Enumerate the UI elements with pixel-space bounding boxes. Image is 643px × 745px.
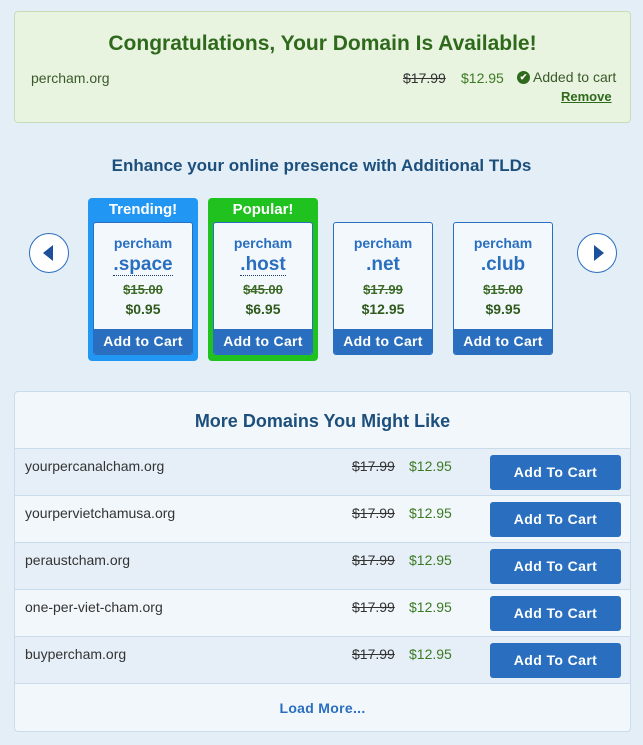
availability-banner: Congratulations, Your Domain Is Availabl… [14, 11, 631, 123]
row-original-price: $17.99 [352, 505, 395, 521]
popular-flag: Popular! [232, 201, 294, 218]
availability-title: Congratulations, Your Domain Is Availabl… [108, 32, 537, 55]
tld-extension: .net [366, 254, 400, 275]
carousel-next-button[interactable] [577, 233, 617, 273]
domain-row: buypercham.org $17.99 $12.95 Add To Cart [15, 636, 630, 683]
tld-card-space: percham .space $15.00 $0.95 Add to Cart [93, 222, 193, 355]
row-domain: peraustcham.org [25, 552, 131, 568]
tld-name: percham [113, 235, 173, 251]
tld-name: percham [473, 235, 533, 251]
tld-name: percham [233, 235, 293, 251]
row-domain: buypercham.org [25, 646, 127, 662]
available-domain: percham.org [31, 70, 110, 86]
tld-name: percham [353, 235, 413, 251]
tld-original-price: $15.00 [123, 282, 163, 297]
load-more-link[interactable]: Load More... [15, 700, 630, 716]
added-status-label: Added to cart [533, 69, 617, 85]
chevron-right-icon [593, 245, 604, 261]
row-add-to-cart-button[interactable]: Add To Cart [490, 502, 621, 537]
row-original-price: $17.99 [352, 599, 395, 615]
row-domain: yourpercanalcham.org [25, 458, 165, 474]
tld-heading: Enhance your online presence with Additi… [111, 156, 532, 175]
row-add-to-cart-button[interactable]: Add To Cart [490, 596, 621, 631]
row-original-price: $17.99 [352, 646, 395, 662]
more-domains-title: More Domains You Might Like [194, 411, 451, 431]
row-sale-price: $12.95 [409, 599, 452, 615]
domain-row: peraustcham.org $17.99 $12.95 Add To Car… [15, 542, 630, 589]
tld-add-to-cart-button[interactable]: Add to Cart [214, 329, 312, 354]
tld-extension: .host [240, 254, 286, 276]
tld-add-to-cart-button[interactable]: Add to Cart [454, 329, 552, 354]
row-sale-price: $12.95 [409, 458, 452, 474]
tld-card-host: percham .host $45.00 $6.95 Add to Cart [213, 222, 313, 355]
tld-add-to-cart-button[interactable]: Add to Cart [334, 329, 432, 354]
check-icon: ✔ [517, 70, 530, 84]
row-original-price: $17.99 [352, 552, 395, 568]
domain-row: yourpervietchamusa.org $17.99 $12.95 Add… [15, 495, 630, 542]
tld-sale-price: $9.95 [485, 301, 521, 317]
domain-row: one-per-viet-cham.org $17.99 $12.95 Add … [15, 589, 630, 636]
tld-card-club: percham .club $15.00 $9.95 Add to Cart [453, 222, 553, 355]
tld-extension: .club [480, 254, 526, 275]
row-add-to-cart-button[interactable]: Add To Cart [490, 455, 621, 490]
chevron-left-icon [42, 245, 53, 261]
tld-original-price: $45.00 [243, 282, 283, 297]
tld-original-price: $15.00 [483, 282, 523, 297]
sale-price: $12.95 [461, 70, 504, 86]
remove-link[interactable]: Remove [561, 89, 612, 104]
tld-sale-price: $0.95 [125, 301, 161, 317]
tld-sale-price: $12.95 [361, 301, 405, 317]
row-add-to-cart-button[interactable]: Add To Cart [490, 549, 621, 584]
tld-add-to-cart-button[interactable]: Add to Cart [94, 329, 192, 354]
carousel-prev-button[interactable] [29, 233, 69, 273]
row-sale-price: $12.95 [409, 646, 452, 662]
row-domain: yourpervietchamusa.org [25, 505, 176, 521]
tld-original-price: $17.99 [363, 282, 403, 297]
tld-card-net: percham .net $17.99 $12.95 Add to Cart [333, 222, 433, 355]
tld-sale-price: $6.95 [245, 301, 281, 317]
original-price: $17.99 [403, 70, 446, 86]
row-sale-price: $12.95 [409, 552, 452, 568]
tld-extension: .space [113, 254, 173, 276]
row-original-price: $17.99 [352, 458, 395, 474]
row-sale-price: $12.95 [409, 505, 452, 521]
row-domain: one-per-viet-cham.org [25, 599, 163, 615]
trending-flag: Trending! [108, 201, 178, 218]
added-to-cart-status: ✔ Added to cart [517, 69, 616, 85]
more-domains-panel: More Domains You Might Like yourpercanal… [14, 391, 631, 732]
domain-row: yourpercanalcham.org $17.99 $12.95 Add T… [15, 448, 630, 495]
row-add-to-cart-button[interactable]: Add To Cart [490, 643, 621, 678]
